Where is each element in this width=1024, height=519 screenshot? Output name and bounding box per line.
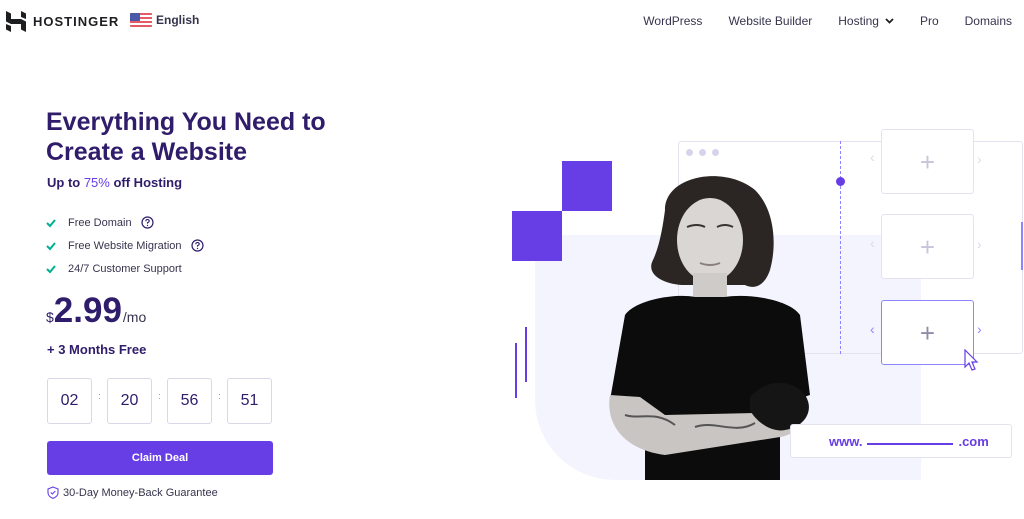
chevron-left-icon: ‹ <box>870 321 875 337</box>
nav-label: Domains <box>964 14 1012 28</box>
feature-label: Free Domain <box>68 216 132 229</box>
domain-preview: www. .com <box>790 424 1012 458</box>
claim-deal-button[interactable]: Claim Deal <box>47 441 273 475</box>
placeholder-card: + <box>881 214 974 279</box>
countdown-days: 02 <box>47 378 92 424</box>
nav-label: Hosting <box>838 14 879 28</box>
background-shape <box>535 235 921 480</box>
decorative-square <box>562 161 612 211</box>
countdown-timer: 02 : 20 : 56 : 51 <box>47 378 272 424</box>
feature-list: Free Domain Free Website Migration 24/7 … <box>46 211 204 280</box>
main-nav: WordPress Website Builder Hosting Pro Do… <box>617 14 1012 28</box>
browser-mockup <box>678 141 1023 354</box>
chevron-left-icon: ‹ <box>870 149 875 165</box>
us-flag-icon <box>130 13 152 27</box>
subtitle-text: off Hosting <box>109 175 183 190</box>
feature-item: 24/7 Customer Support <box>46 257 204 280</box>
countdown-minutes: 56 <box>167 378 212 424</box>
price-period: /mo <box>122 309 147 325</box>
guarantee-text: 30-Day Money-Back Guarantee <box>63 486 218 499</box>
hero-subtitle: Up to 75% off Hosting <box>47 175 182 190</box>
help-icon[interactable] <box>140 216 154 229</box>
guide-handle <box>836 177 845 186</box>
nav-wordpress[interactable]: WordPress <box>643 14 702 28</box>
cursor-icon <box>964 349 979 371</box>
feature-item: Free Domain <box>46 211 204 234</box>
nav-website-builder[interactable]: Website Builder <box>728 14 812 28</box>
top-navigation: HOSTINGER English WordPress Website Buil… <box>0 0 1024 42</box>
feature-label: Free Website Migration <box>68 239 182 252</box>
chevron-down-icon <box>885 18 894 24</box>
domain-blank-line <box>867 443 954 445</box>
money-back-guarantee: 30-Day Money-Back Guarantee <box>47 486 218 499</box>
nav-domains[interactable]: Domains <box>965 14 1012 28</box>
countdown-separator: : <box>98 391 101 401</box>
brand-name: HOSTINGER <box>33 14 120 29</box>
subtitle-text: Up to <box>47 175 84 190</box>
price: $ 2.99 /mo <box>46 293 146 329</box>
dashed-guide-line <box>840 141 841 354</box>
placeholder-card-active: + <box>881 300 974 365</box>
feature-label: 24/7 Customer Support <box>68 262 182 275</box>
domain-suffix: .com <box>958 433 989 449</box>
decorative-line <box>525 327 527 382</box>
chevron-left-icon: ‹ <box>870 235 875 251</box>
price-value: 2.99 <box>53 291 122 330</box>
plus-icon: + <box>919 231 936 262</box>
discount-percent: 75% <box>83 175 110 190</box>
countdown-seconds: 51 <box>227 378 272 424</box>
decorative-square <box>512 211 562 261</box>
placeholder-card: + <box>881 129 974 194</box>
decorative-line <box>1021 222 1023 270</box>
check-icon <box>46 264 56 273</box>
person-photo <box>609 176 810 480</box>
feature-item: Free Website Migration <box>46 234 204 257</box>
hostinger-logo-icon <box>6 11 26 32</box>
shield-check-icon <box>47 486 59 499</box>
plus-icon: + <box>919 317 936 348</box>
price-currency: $ <box>46 309 54 325</box>
hostinger-logo[interactable]: HOSTINGER <box>6 11 119 32</box>
countdown-hours: 20 <box>107 378 152 424</box>
nav-hosting[interactable]: Hosting <box>838 14 894 28</box>
nav-label: Pro <box>919 14 939 28</box>
plus-icon: + <box>919 146 936 177</box>
language-selector[interactable]: English <box>130 13 199 27</box>
check-icon <box>46 218 56 227</box>
chevron-right-icon: › <box>977 151 982 167</box>
countdown-separator: : <box>218 391 221 401</box>
decorative-line <box>515 343 517 398</box>
browser-dots <box>686 149 725 156</box>
nav-label: Website Builder <box>728 14 813 28</box>
check-icon <box>46 241 56 250</box>
chevron-right-icon: › <box>977 321 982 337</box>
countdown-separator: : <box>158 391 161 401</box>
help-icon[interactable] <box>190 239 204 252</box>
bonus-offer: + 3 Months Free <box>47 342 147 357</box>
language-label: English <box>156 13 200 27</box>
hero-title: Everything You Need to Create a Website <box>46 108 326 166</box>
nav-label: WordPress <box>643 14 703 28</box>
chevron-right-icon: › <box>977 236 982 252</box>
domain-prefix: www. <box>829 433 863 449</box>
nav-pro[interactable]: Pro <box>920 14 939 28</box>
